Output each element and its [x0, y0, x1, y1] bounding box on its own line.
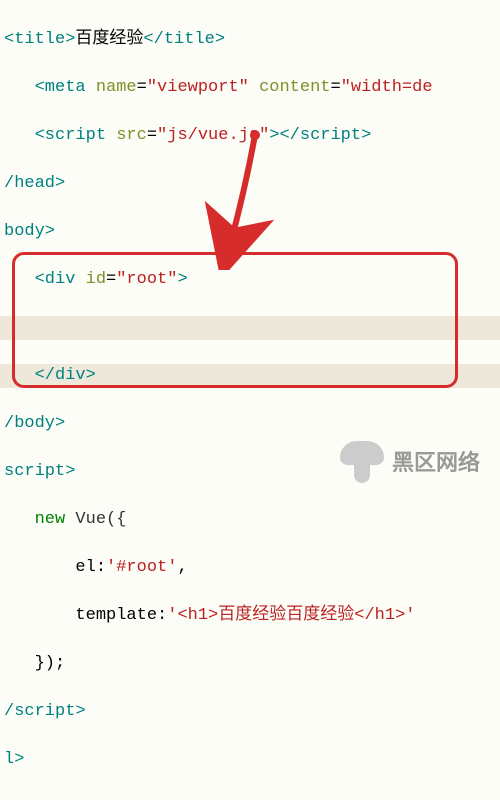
- text: });: [35, 654, 66, 673]
- tag: /head>: [4, 174, 65, 193]
- key: template:: [75, 606, 167, 625]
- tag: script>: [4, 462, 75, 481]
- tag: /body>: [4, 414, 65, 433]
- val: "js/vue.js": [157, 126, 269, 145]
- keyword: new: [35, 510, 66, 529]
- val: "width=de: [341, 78, 433, 97]
- attr: content: [259, 78, 330, 97]
- tag: ></: [269, 126, 300, 145]
- highlight-box: [12, 252, 458, 388]
- attr: src: [116, 126, 147, 145]
- tag: script>: [300, 126, 371, 145]
- string: '#root': [106, 558, 177, 577]
- key: el:: [75, 558, 106, 577]
- watermark-text: 黑区网络: [392, 451, 480, 475]
- code-editor[interactable]: <title>百度经验</title> <meta name="viewport…: [0, 0, 500, 800]
- tag: <meta: [35, 78, 86, 97]
- mushroom-icon: [340, 441, 384, 485]
- tag: /script>: [4, 702, 86, 721]
- watermark: 黑区网络: [340, 441, 480, 485]
- class: Vue({: [75, 510, 126, 529]
- text: 百度经验: [75, 30, 143, 49]
- tag: <script: [35, 126, 106, 145]
- tag: body>: [4, 222, 55, 241]
- attr: name: [96, 78, 137, 97]
- string: '<h1>百度经验百度经验</h1>': [167, 606, 415, 625]
- val: "viewport": [147, 78, 249, 97]
- tag: <title>: [4, 30, 75, 49]
- tag: </title>: [143, 30, 225, 49]
- tag: l>: [4, 750, 24, 769]
